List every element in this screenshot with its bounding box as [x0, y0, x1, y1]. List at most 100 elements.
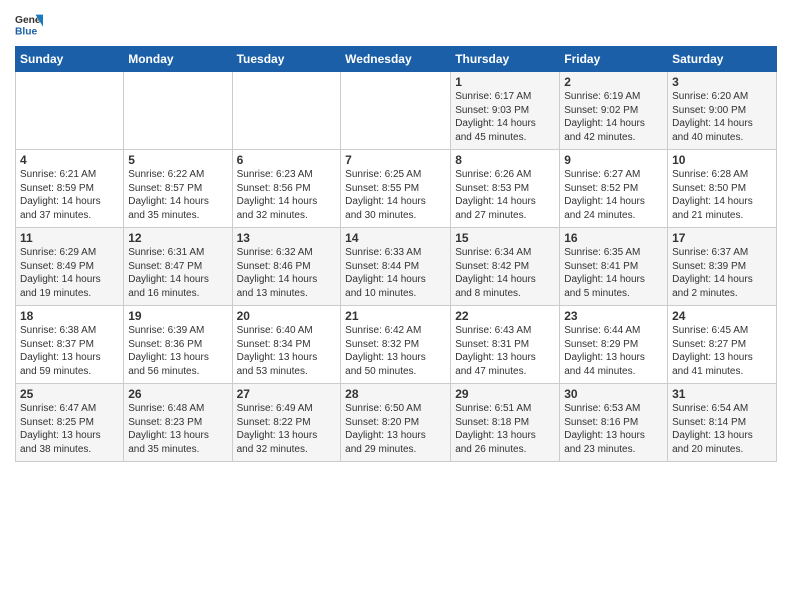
day-number: 23: [564, 309, 663, 323]
day-info: Sunrise: 6:47 AMSunset: 8:25 PMDaylight:…: [20, 402, 119, 456]
day-number: 5: [128, 153, 227, 167]
day-number: 29: [455, 387, 555, 401]
day-number: 26: [128, 387, 227, 401]
day-number: 22: [455, 309, 555, 323]
day-number: 9: [564, 153, 663, 167]
calendar-cell: 22Sunrise: 6:43 AMSunset: 8:31 PMDayligh…: [451, 306, 560, 384]
day-info: Sunrise: 6:33 AMSunset: 8:44 PMDaylight:…: [345, 246, 446, 300]
calendar-cell: 4Sunrise: 6:21 AMSunset: 8:59 PMDaylight…: [16, 150, 124, 228]
day-info: Sunrise: 6:25 AMSunset: 8:55 PMDaylight:…: [345, 168, 446, 222]
day-number: 12: [128, 231, 227, 245]
day-info: Sunrise: 6:28 AMSunset: 8:50 PMDaylight:…: [672, 168, 772, 222]
weekday-header-row: SundayMondayTuesdayWednesdayThursdayFrid…: [16, 47, 777, 72]
day-number: 7: [345, 153, 446, 167]
calendar-table: SundayMondayTuesdayWednesdayThursdayFrid…: [15, 46, 777, 462]
calendar-cell: 24Sunrise: 6:45 AMSunset: 8:27 PMDayligh…: [668, 306, 777, 384]
calendar-cell: [124, 72, 232, 150]
day-info: Sunrise: 6:32 AMSunset: 8:46 PMDaylight:…: [237, 246, 337, 300]
day-info: Sunrise: 6:35 AMSunset: 8:41 PMDaylight:…: [564, 246, 663, 300]
calendar-cell: 15Sunrise: 6:34 AMSunset: 8:42 PMDayligh…: [451, 228, 560, 306]
day-info: Sunrise: 6:40 AMSunset: 8:34 PMDaylight:…: [237, 324, 337, 378]
calendar-cell: 7Sunrise: 6:25 AMSunset: 8:55 PMDaylight…: [341, 150, 451, 228]
day-info: Sunrise: 6:44 AMSunset: 8:29 PMDaylight:…: [564, 324, 663, 378]
day-number: 30: [564, 387, 663, 401]
calendar-cell: 9Sunrise: 6:27 AMSunset: 8:52 PMDaylight…: [560, 150, 668, 228]
day-info: Sunrise: 6:31 AMSunset: 8:47 PMDaylight:…: [128, 246, 227, 300]
day-number: 14: [345, 231, 446, 245]
day-info: Sunrise: 6:49 AMSunset: 8:22 PMDaylight:…: [237, 402, 337, 456]
calendar-cell: 23Sunrise: 6:44 AMSunset: 8:29 PMDayligh…: [560, 306, 668, 384]
day-info: Sunrise: 6:53 AMSunset: 8:16 PMDaylight:…: [564, 402, 663, 456]
calendar-cell: 1Sunrise: 6:17 AMSunset: 9:03 PMDaylight…: [451, 72, 560, 150]
weekday-header-friday: Friday: [560, 47, 668, 72]
day-info: Sunrise: 6:43 AMSunset: 8:31 PMDaylight:…: [455, 324, 555, 378]
day-info: Sunrise: 6:27 AMSunset: 8:52 PMDaylight:…: [564, 168, 663, 222]
week-row-3: 11Sunrise: 6:29 AMSunset: 8:49 PMDayligh…: [16, 228, 777, 306]
calendar-cell: 13Sunrise: 6:32 AMSunset: 8:46 PMDayligh…: [232, 228, 341, 306]
calendar-cell: [16, 72, 124, 150]
calendar-cell: 17Sunrise: 6:37 AMSunset: 8:39 PMDayligh…: [668, 228, 777, 306]
calendar-cell: 6Sunrise: 6:23 AMSunset: 8:56 PMDaylight…: [232, 150, 341, 228]
day-number: 13: [237, 231, 337, 245]
calendar-cell: 14Sunrise: 6:33 AMSunset: 8:44 PMDayligh…: [341, 228, 451, 306]
weekday-header-sunday: Sunday: [16, 47, 124, 72]
day-number: 1: [455, 75, 555, 89]
day-info: Sunrise: 6:17 AMSunset: 9:03 PMDaylight:…: [455, 90, 555, 144]
day-info: Sunrise: 6:45 AMSunset: 8:27 PMDaylight:…: [672, 324, 772, 378]
day-info: Sunrise: 6:19 AMSunset: 9:02 PMDaylight:…: [564, 90, 663, 144]
calendar-cell: 2Sunrise: 6:19 AMSunset: 9:02 PMDaylight…: [560, 72, 668, 150]
header: General Blue: [15, 10, 777, 38]
day-number: 8: [455, 153, 555, 167]
calendar-cell: 26Sunrise: 6:48 AMSunset: 8:23 PMDayligh…: [124, 384, 232, 462]
day-info: Sunrise: 6:29 AMSunset: 8:49 PMDaylight:…: [20, 246, 119, 300]
day-info: Sunrise: 6:38 AMSunset: 8:37 PMDaylight:…: [20, 324, 119, 378]
day-info: Sunrise: 6:22 AMSunset: 8:57 PMDaylight:…: [128, 168, 227, 222]
calendar-cell: 29Sunrise: 6:51 AMSunset: 8:18 PMDayligh…: [451, 384, 560, 462]
calendar-cell: [232, 72, 341, 150]
weekday-header-monday: Monday: [124, 47, 232, 72]
day-number: 28: [345, 387, 446, 401]
week-row-4: 18Sunrise: 6:38 AMSunset: 8:37 PMDayligh…: [16, 306, 777, 384]
day-number: 21: [345, 309, 446, 323]
day-info: Sunrise: 6:39 AMSunset: 8:36 PMDaylight:…: [128, 324, 227, 378]
day-info: Sunrise: 6:42 AMSunset: 8:32 PMDaylight:…: [345, 324, 446, 378]
calendar-cell: 25Sunrise: 6:47 AMSunset: 8:25 PMDayligh…: [16, 384, 124, 462]
day-info: Sunrise: 6:37 AMSunset: 8:39 PMDaylight:…: [672, 246, 772, 300]
day-info: Sunrise: 6:20 AMSunset: 9:00 PMDaylight:…: [672, 90, 772, 144]
day-number: 16: [564, 231, 663, 245]
calendar-cell: 11Sunrise: 6:29 AMSunset: 8:49 PMDayligh…: [16, 228, 124, 306]
day-info: Sunrise: 6:54 AMSunset: 8:14 PMDaylight:…: [672, 402, 772, 456]
day-number: 4: [20, 153, 119, 167]
day-info: Sunrise: 6:48 AMSunset: 8:23 PMDaylight:…: [128, 402, 227, 456]
day-info: Sunrise: 6:26 AMSunset: 8:53 PMDaylight:…: [455, 168, 555, 222]
logo-icon: General Blue: [15, 10, 43, 38]
day-number: 17: [672, 231, 772, 245]
day-info: Sunrise: 6:21 AMSunset: 8:59 PMDaylight:…: [20, 168, 119, 222]
day-number: 10: [672, 153, 772, 167]
calendar-cell: 30Sunrise: 6:53 AMSunset: 8:16 PMDayligh…: [560, 384, 668, 462]
day-number: 3: [672, 75, 772, 89]
calendar-cell: 8Sunrise: 6:26 AMSunset: 8:53 PMDaylight…: [451, 150, 560, 228]
svg-text:Blue: Blue: [15, 26, 38, 37]
day-number: 20: [237, 309, 337, 323]
weekday-header-thursday: Thursday: [451, 47, 560, 72]
calendar-cell: 18Sunrise: 6:38 AMSunset: 8:37 PMDayligh…: [16, 306, 124, 384]
calendar-cell: 16Sunrise: 6:35 AMSunset: 8:41 PMDayligh…: [560, 228, 668, 306]
day-info: Sunrise: 6:34 AMSunset: 8:42 PMDaylight:…: [455, 246, 555, 300]
day-info: Sunrise: 6:23 AMSunset: 8:56 PMDaylight:…: [237, 168, 337, 222]
day-number: 27: [237, 387, 337, 401]
day-number: 19: [128, 309, 227, 323]
day-number: 6: [237, 153, 337, 167]
logo: General Blue: [15, 10, 43, 38]
calendar-cell: 27Sunrise: 6:49 AMSunset: 8:22 PMDayligh…: [232, 384, 341, 462]
day-info: Sunrise: 6:51 AMSunset: 8:18 PMDaylight:…: [455, 402, 555, 456]
week-row-5: 25Sunrise: 6:47 AMSunset: 8:25 PMDayligh…: [16, 384, 777, 462]
week-row-2: 4Sunrise: 6:21 AMSunset: 8:59 PMDaylight…: [16, 150, 777, 228]
calendar-cell: 21Sunrise: 6:42 AMSunset: 8:32 PMDayligh…: [341, 306, 451, 384]
weekday-header-wednesday: Wednesday: [341, 47, 451, 72]
calendar-cell: 20Sunrise: 6:40 AMSunset: 8:34 PMDayligh…: [232, 306, 341, 384]
day-number: 2: [564, 75, 663, 89]
calendar-cell: 28Sunrise: 6:50 AMSunset: 8:20 PMDayligh…: [341, 384, 451, 462]
week-row-1: 1Sunrise: 6:17 AMSunset: 9:03 PMDaylight…: [16, 72, 777, 150]
day-number: 24: [672, 309, 772, 323]
